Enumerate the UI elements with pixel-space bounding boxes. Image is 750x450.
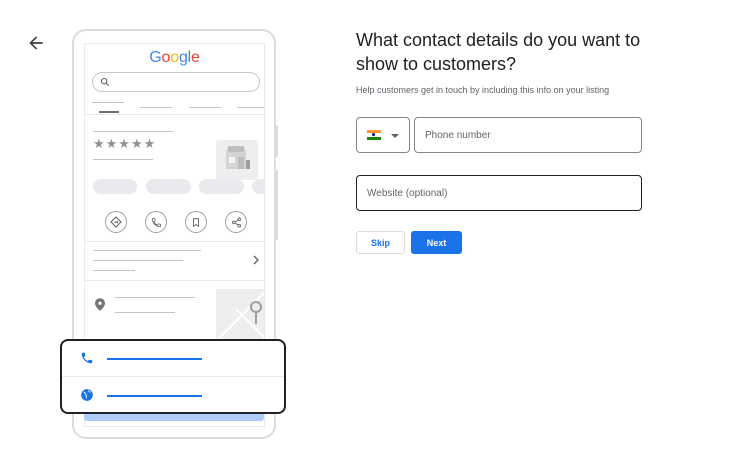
google-logo: Google bbox=[85, 49, 264, 67]
bookmark-icon bbox=[193, 217, 199, 227]
call-action bbox=[145, 211, 167, 233]
flag-chakra bbox=[372, 133, 375, 137]
website-input[interactable] bbox=[356, 175, 642, 211]
placeholder-line bbox=[107, 358, 202, 360]
contact-card-illustration bbox=[60, 339, 286, 414]
tab-line bbox=[189, 107, 221, 108]
tab-line bbox=[92, 102, 124, 103]
location-pin-icon bbox=[95, 298, 105, 311]
text-line bbox=[93, 270, 135, 271]
phone-icon bbox=[151, 217, 161, 227]
share-icon bbox=[231, 217, 241, 227]
search-bar-illustration bbox=[92, 72, 260, 92]
storefront-icon bbox=[226, 146, 250, 169]
chip-placeholder bbox=[146, 179, 191, 194]
map-illustration bbox=[216, 291, 264, 341]
flag-stripe bbox=[367, 136, 381, 140]
skip-button[interactable]: Skip bbox=[356, 231, 405, 254]
arrow-left-icon bbox=[29, 36, 43, 50]
flag-stripe bbox=[367, 133, 381, 137]
logo-letter: o bbox=[161, 49, 171, 66]
map-thumbnail bbox=[216, 289, 264, 341]
phone-icon bbox=[81, 352, 93, 364]
next-button[interactable]: Next bbox=[411, 231, 462, 254]
search-icon bbox=[100, 77, 110, 87]
text-line bbox=[115, 312, 175, 313]
text-line bbox=[93, 250, 201, 251]
text-line bbox=[93, 260, 183, 261]
logo-letter: g bbox=[178, 49, 188, 66]
divider bbox=[85, 241, 264, 242]
tab-indicator bbox=[99, 111, 119, 113]
card-phone-row bbox=[62, 341, 284, 377]
chip-placeholder bbox=[93, 179, 137, 194]
back-button[interactable] bbox=[26, 33, 46, 53]
logo-letter: e bbox=[191, 49, 200, 66]
save-action bbox=[185, 211, 207, 233]
india-flag-icon bbox=[367, 130, 381, 140]
text-line bbox=[115, 297, 195, 298]
phone-number-input[interactable] bbox=[414, 117, 642, 153]
tab-line bbox=[140, 107, 172, 108]
page-subtitle: Help customers get in touch by including… bbox=[356, 85, 610, 95]
text-line bbox=[93, 131, 173, 132]
directions-action bbox=[105, 211, 127, 233]
share-action bbox=[225, 211, 247, 233]
page-title: What contact details do you want to show… bbox=[356, 30, 641, 74]
rating-stars: ★★★★★ bbox=[93, 137, 157, 152]
dropdown-caret-icon bbox=[391, 134, 399, 138]
country-code-selector[interactable] bbox=[356, 117, 410, 153]
tab-line bbox=[237, 107, 264, 108]
placeholder-line bbox=[107, 395, 202, 397]
directions-icon bbox=[110, 216, 122, 228]
business-thumbnail bbox=[216, 140, 258, 180]
logo-letter: G bbox=[149, 49, 162, 66]
globe-icon bbox=[81, 389, 93, 401]
chip-placeholder bbox=[199, 179, 244, 194]
logo-letter: o bbox=[170, 49, 179, 66]
divider bbox=[85, 114, 264, 115]
chip-placeholder bbox=[252, 179, 264, 194]
text-line bbox=[93, 159, 153, 160]
divider bbox=[85, 280, 264, 281]
chevron-right-icon bbox=[253, 255, 259, 265]
card-website-row bbox=[62, 378, 284, 414]
